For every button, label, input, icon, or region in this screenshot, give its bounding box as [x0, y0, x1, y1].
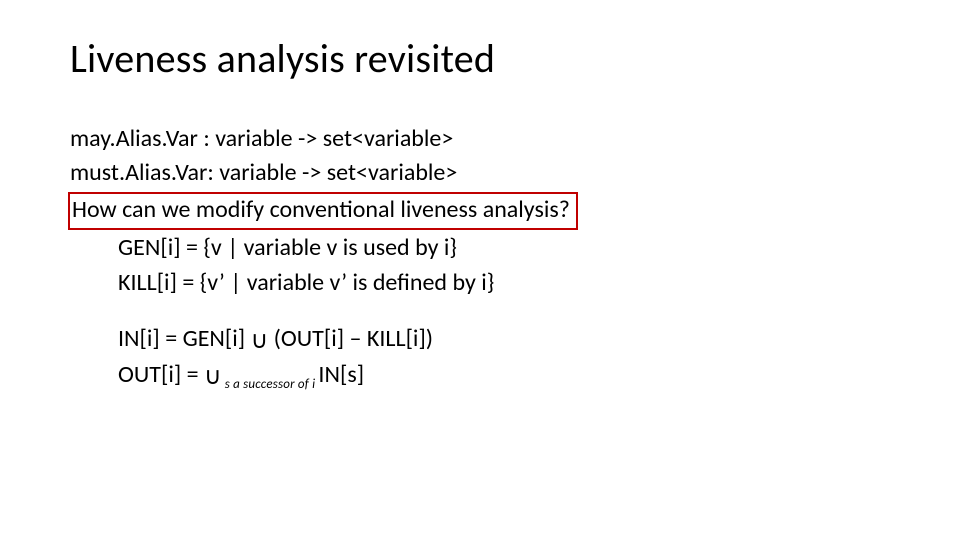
in-lhs: IN[i] = GEN[i]: [118, 324, 251, 353]
out-subscript: s a successor of i: [222, 377, 319, 392]
union-icon: ∪: [204, 361, 222, 393]
slide-body: may.Alias.Var : variable -> set<variable…: [70, 123, 900, 394]
line-may-alias: may.Alias.Var : variable -> set<variable…: [70, 123, 900, 155]
line-gen: GEN[i] = {v | variable v is used by i}: [70, 232, 900, 264]
slide: Liveness analysis revisited may.Alias.Va…: [0, 0, 960, 540]
line-must-alias: must.Alias.Var: variable -> set<variable…: [70, 157, 900, 189]
out-rhs: IN[s]: [318, 360, 364, 389]
line-question-wrapper: How can we modify conventional liveness …: [70, 192, 900, 230]
spacer: [70, 301, 900, 323]
out-lhs: OUT[i] =: [118, 360, 204, 389]
line-out: OUT[i] = ∪ s a successor of i IN[s]: [70, 359, 900, 393]
in-rhs: (OUT[i] – KILL[i]): [268, 324, 433, 353]
union-icon: ∪: [251, 325, 269, 357]
line-kill: KILL[i] = {v’ | variable v’ is defined b…: [70, 267, 900, 299]
line-in: IN[i] = GEN[i] ∪ (OUT[i] – KILL[i]): [70, 323, 900, 357]
slide-title: Liveness analysis revisited: [70, 34, 900, 83]
highlight-box: How can we modify conventional liveness …: [68, 192, 578, 230]
